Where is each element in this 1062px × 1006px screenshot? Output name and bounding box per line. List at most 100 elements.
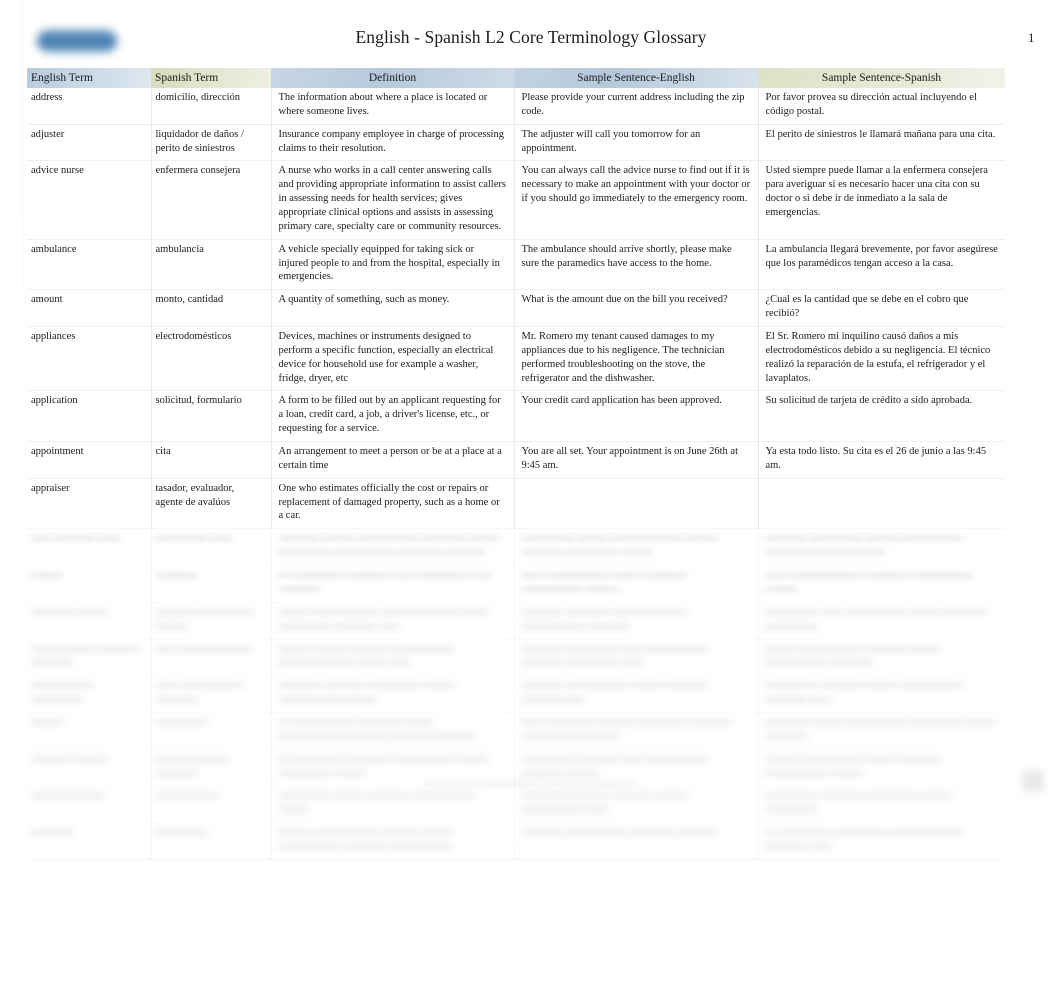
cell-definition: ——— —————— ———— ——— —————— ———— —————— [271, 822, 515, 860]
cell-spanish-term: ————— —— [151, 528, 272, 567]
cell-definition: A form to be filled out by an applicant … [271, 390, 515, 443]
cell-english-term: amount [27, 289, 152, 328]
cell-spanish-term: —— —————— ———— [151, 675, 272, 713]
cell-sample-spanish: ———— ——— —————— ————— ——— ———— [758, 712, 1005, 750]
cell-english-term: advice nurse [27, 160, 152, 240]
cell-sample-english: ———— —————— ——— ———— —————— [514, 675, 759, 713]
cell-spanish-term: electrodomésticos [151, 326, 272, 392]
cell-spanish-term: monto, cantidad [151, 289, 272, 328]
cell-sample-spanish [758, 478, 1005, 530]
cell-definition: A nurse who works in a call center answe… [271, 160, 515, 240]
cell-sample-english: The adjuster will call you tomorrow for … [514, 124, 759, 162]
cell-sample-english: Please provide your current address incl… [514, 88, 759, 125]
table-row: address domicilio, dirección The informa… [27, 88, 1005, 125]
cell-sample-spanish: La ambulancia llegará brevemente, por fa… [758, 239, 1005, 291]
cell-sample-spanish: ——— —————— ———— ——— —————— ———— [758, 639, 1005, 677]
table-row-blurred: —————— ————— —— —————— ———— ———— ———— ——… [27, 675, 1005, 713]
cell-sample-english [514, 478, 759, 530]
table-row: adjuster liquidador de daños / perito de… [27, 124, 1005, 162]
cell-spanish-term: domicilio, dirección [151, 88, 272, 125]
cell-sample-spanish: Su solicitud de tarjeta de crédito a sid… [758, 390, 1005, 443]
cell-spanish-term: —————— [151, 785, 272, 824]
cell-english-term: —————— ————— [27, 675, 152, 713]
cell-sample-spanish: ———— ————— ——— —————— ———— ————— —— [758, 528, 1005, 567]
cell-sample-english: —— —————— ———— ——— —————— —— [514, 785, 759, 824]
column-header-english-term[interactable]: English Term [27, 68, 151, 88]
cell-definition: ———— ——— —————— ———— ——— ————— —————— ——… [271, 528, 515, 567]
table-row-blurred: —— ———— —— ————— —— ———— ——— —————— ————… [27, 528, 1005, 567]
cell-sample-english: —— ————— ——— ————— ———— —————— ——— [514, 712, 759, 750]
column-header-definition[interactable]: Definition [271, 68, 514, 88]
glossary-table: English Term Spanish Term Definition Sam… [27, 68, 1005, 860]
cell-english-term: —————— ———— ———— [27, 639, 152, 677]
table-header-row: English Term Spanish Term Definition Sam… [27, 68, 1005, 88]
cell-sample-spanish: ————— —— —————— ——— ———— ————— [758, 602, 1005, 640]
cell-spanish-term: ———— ————— ——— [151, 602, 272, 640]
cell-definition: ————— ——— ———— —————— ——— [271, 785, 515, 824]
cell-english-term: appraiser [27, 478, 152, 530]
cell-english-term: —— ———— —— [27, 528, 152, 567]
cell-sample-spanish: Ya esta todo listo. Su cita es el 26 de … [758, 441, 1005, 479]
table-row-blurred: ———— ————— ——— —————— ———— ——— —————— ——… [27, 822, 1005, 860]
cell-sample-english: You are all set. Your appointment is on … [514, 441, 759, 479]
cell-english-term: adjuster [27, 124, 152, 162]
table-row-blurred: —————— ———— ———— —— ——————— ——— ——— ————… [27, 639, 1005, 677]
cell-definition: Insurance company employee in charge of … [271, 124, 515, 162]
page-number: 1 [1028, 30, 1035, 45]
cell-english-term: appliances [27, 326, 152, 392]
cell-english-term: ——————— [27, 785, 152, 824]
cell-spanish-term: liquidador de daños / perito de siniestr… [151, 124, 272, 162]
cell-definition: An arrangement to meet a person or be at… [271, 441, 515, 479]
cell-spanish-term: ————— [151, 822, 272, 860]
cell-spanish-term: enfermera consejera [151, 160, 272, 240]
cell-sample-spanish: ¿Cual es la cantidad que se debe en el c… [758, 289, 1005, 328]
cell-sample-spanish: —— ——————— ———— —————— ——— [758, 565, 1005, 603]
document-footer: ————— ———— — ——————— [424, 775, 638, 789]
cell-sample-english: The ambulance should arrive shortly, ple… [514, 239, 759, 291]
glossary-table-body: address domicilio, dirección The informa… [27, 88, 1005, 860]
cell-definition: ——— —— ———— ——————— ——— ————— ———— —— [271, 602, 515, 640]
cell-definition: Devices, machines or instruments designe… [271, 326, 515, 392]
cell-sample-spanish: ————— ———— ————— ——— ————— [758, 785, 1005, 824]
cell-sample-english: Your credit card application has been ap… [514, 390, 759, 443]
cell-english-term: ———— [27, 822, 152, 860]
cell-sample-spanish: — ————— ————— ——————— ———— —— [758, 822, 1005, 860]
cell-sample-spanish: Usted siempre puede llamar a la enfermer… [758, 160, 1005, 240]
cell-definition: — ————— ———— —— ————— —— ———— [271, 565, 515, 603]
table-row: appliances electrodomésticos Devices, ma… [27, 326, 1005, 392]
cell-english-term: address [27, 88, 152, 125]
cell-spanish-term: ————— [151, 712, 272, 750]
cell-sample-english: You can always call the advice nurse to … [514, 160, 759, 240]
cell-english-term: ——— [27, 712, 152, 750]
cell-definition: The information about where a place is l… [271, 88, 515, 125]
cell-sample-english: ———— —————— ———— ———— [514, 822, 759, 860]
column-header-sample-spanish[interactable]: Sample Sentence-Spanish [758, 68, 1005, 88]
cell-sample-spanish: El Sr. Romero mi inquilino causó daños a… [758, 326, 1005, 392]
table-row: application solicitud, formulario A form… [27, 390, 1005, 443]
cell-spanish-term: ———— [151, 565, 272, 603]
cell-sample-english: —— —————— ——— ———— —————— ——— [514, 565, 759, 603]
cell-definition: One who estimates officially the cost or… [271, 478, 515, 530]
footer-watermark-icon [1022, 770, 1044, 792]
column-header-spanish-term[interactable]: Spanish Term [151, 68, 271, 88]
cell-definition: ——— ——— ———— —————— ——————— ——— —— [271, 639, 515, 677]
table-row: appointment cita An arrangement to meet … [27, 441, 1005, 479]
cell-sample-english: ———— ————— —— —————— ———— ————— —— [514, 639, 759, 677]
page-title: English - Spanish L2 Core Terminology Gl… [355, 27, 707, 47]
table-row: ambulance ambulancia A vehicle specially… [27, 239, 1005, 291]
table-row-blurred: ——— ————— — —————— ———— ——— ——————— ——— … [27, 712, 1005, 750]
document-page: English - Spanish L2 Core Terminology Gl… [0, 0, 1062, 1006]
cell-english-term: ambulance [27, 239, 152, 291]
cell-english-term: ——— [27, 565, 152, 603]
table-row-blurred: ——————— —————— ————— ——— ———— —————— ———… [27, 785, 1005, 824]
cell-sample-spanish: ————— ———— ——— —————— ———— —— [758, 675, 1005, 713]
cell-sample-english: What is the amount due on the bill you r… [514, 289, 759, 328]
table-row-blurred: ———— ——— ———— ————— ——— ——— —— ———— ————… [27, 602, 1005, 640]
table-row: advice nurse enfermera consejera A nurse… [27, 160, 1005, 240]
cell-sample-spanish: El perito de siniestros le llamará mañan… [758, 124, 1005, 162]
column-header-sample-english[interactable]: Sample Sentence-English [514, 68, 758, 88]
document-header: English - Spanish L2 Core Terminology Gl… [0, 0, 1062, 68]
cell-definition: — —————— ———— ——— ——————— ——— ———— ———— [271, 712, 515, 750]
cell-spanish-term: solicitud, formulario [151, 390, 272, 443]
cell-spanish-term: —— ——————— [151, 639, 272, 677]
